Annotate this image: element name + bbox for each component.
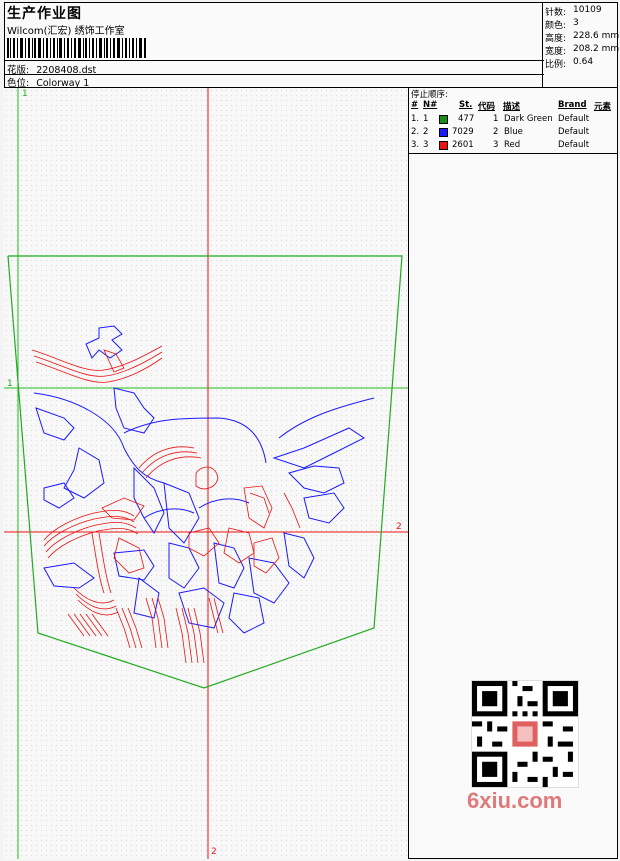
col-code: 代码 [478,102,496,112]
watermark-text: 6xiu.com [467,788,563,813]
color-swatch-icon [439,115,448,124]
col-description: 描述 [503,102,521,112]
color-swatch-icon [439,128,448,137]
header-divider [4,60,544,61]
table-row[interactable]: 2. 2 7029 2 Blue Default [409,127,618,140]
table-row[interactable]: 3. 3 2601 3 Red Default [409,140,618,153]
stat-height: 高度: 228.6 mm [545,31,620,44]
design-stats: 针数: 10109 颜色: 3 高度: 228.6 mm 宽度: 208.2 mm 比例… [542,2,620,88]
stat-width: 宽度: 208.2 mm [545,44,620,57]
stat-scale: 比例: 0.64 [545,57,594,70]
blue-motif [33,325,375,634]
stop-sequence-table: 停止顺序: # N# St. 代码 描述 Brand 元素 1. 1 477 1… [409,88,618,154]
stop-sequence-title: 停止顺序: [411,90,448,100]
design-canvas[interactable]: 1 1 2 2 [4,88,409,859]
page-title: 生产作业图 [7,6,82,22]
table-row[interactable]: 1. 1 477 1 Dark Green Default [409,114,618,127]
design-drawing [4,88,408,859]
pocket-outline [7,255,403,689]
col-index: # [411,100,419,110]
colorway-row: 色位: Colorway 1 [7,75,89,89]
guide-label-red-v: 2 [211,847,217,857]
stat-colors: 颜色: 3 [545,18,579,31]
guide-label-green-h: 1 [7,379,13,389]
guide-label-red-h: 2 [396,522,402,532]
col-element: 元素 [594,102,612,112]
studio-name: Wilcom(汇宏) 绣饰工作室 [7,26,125,37]
stop-sequence-panel: 停止顺序: # N# St. 代码 描述 Brand 元素 1. 1 477 1… [409,88,618,859]
worksheet-header: 生产作业图 Wilcom(汇宏) 绣饰工作室 花版: 2208408.dst 色… [4,2,620,89]
guide-label-green-v: 1 [22,89,28,99]
col-number: N# [423,100,438,110]
barcode-image [7,38,146,58]
col-brand: Brand [558,100,587,110]
col-stitches: St. [459,100,473,110]
qr-code-image [471,680,579,788]
color-swatch-icon [439,141,448,150]
stat-stitches: 针数: 10109 [545,5,602,18]
